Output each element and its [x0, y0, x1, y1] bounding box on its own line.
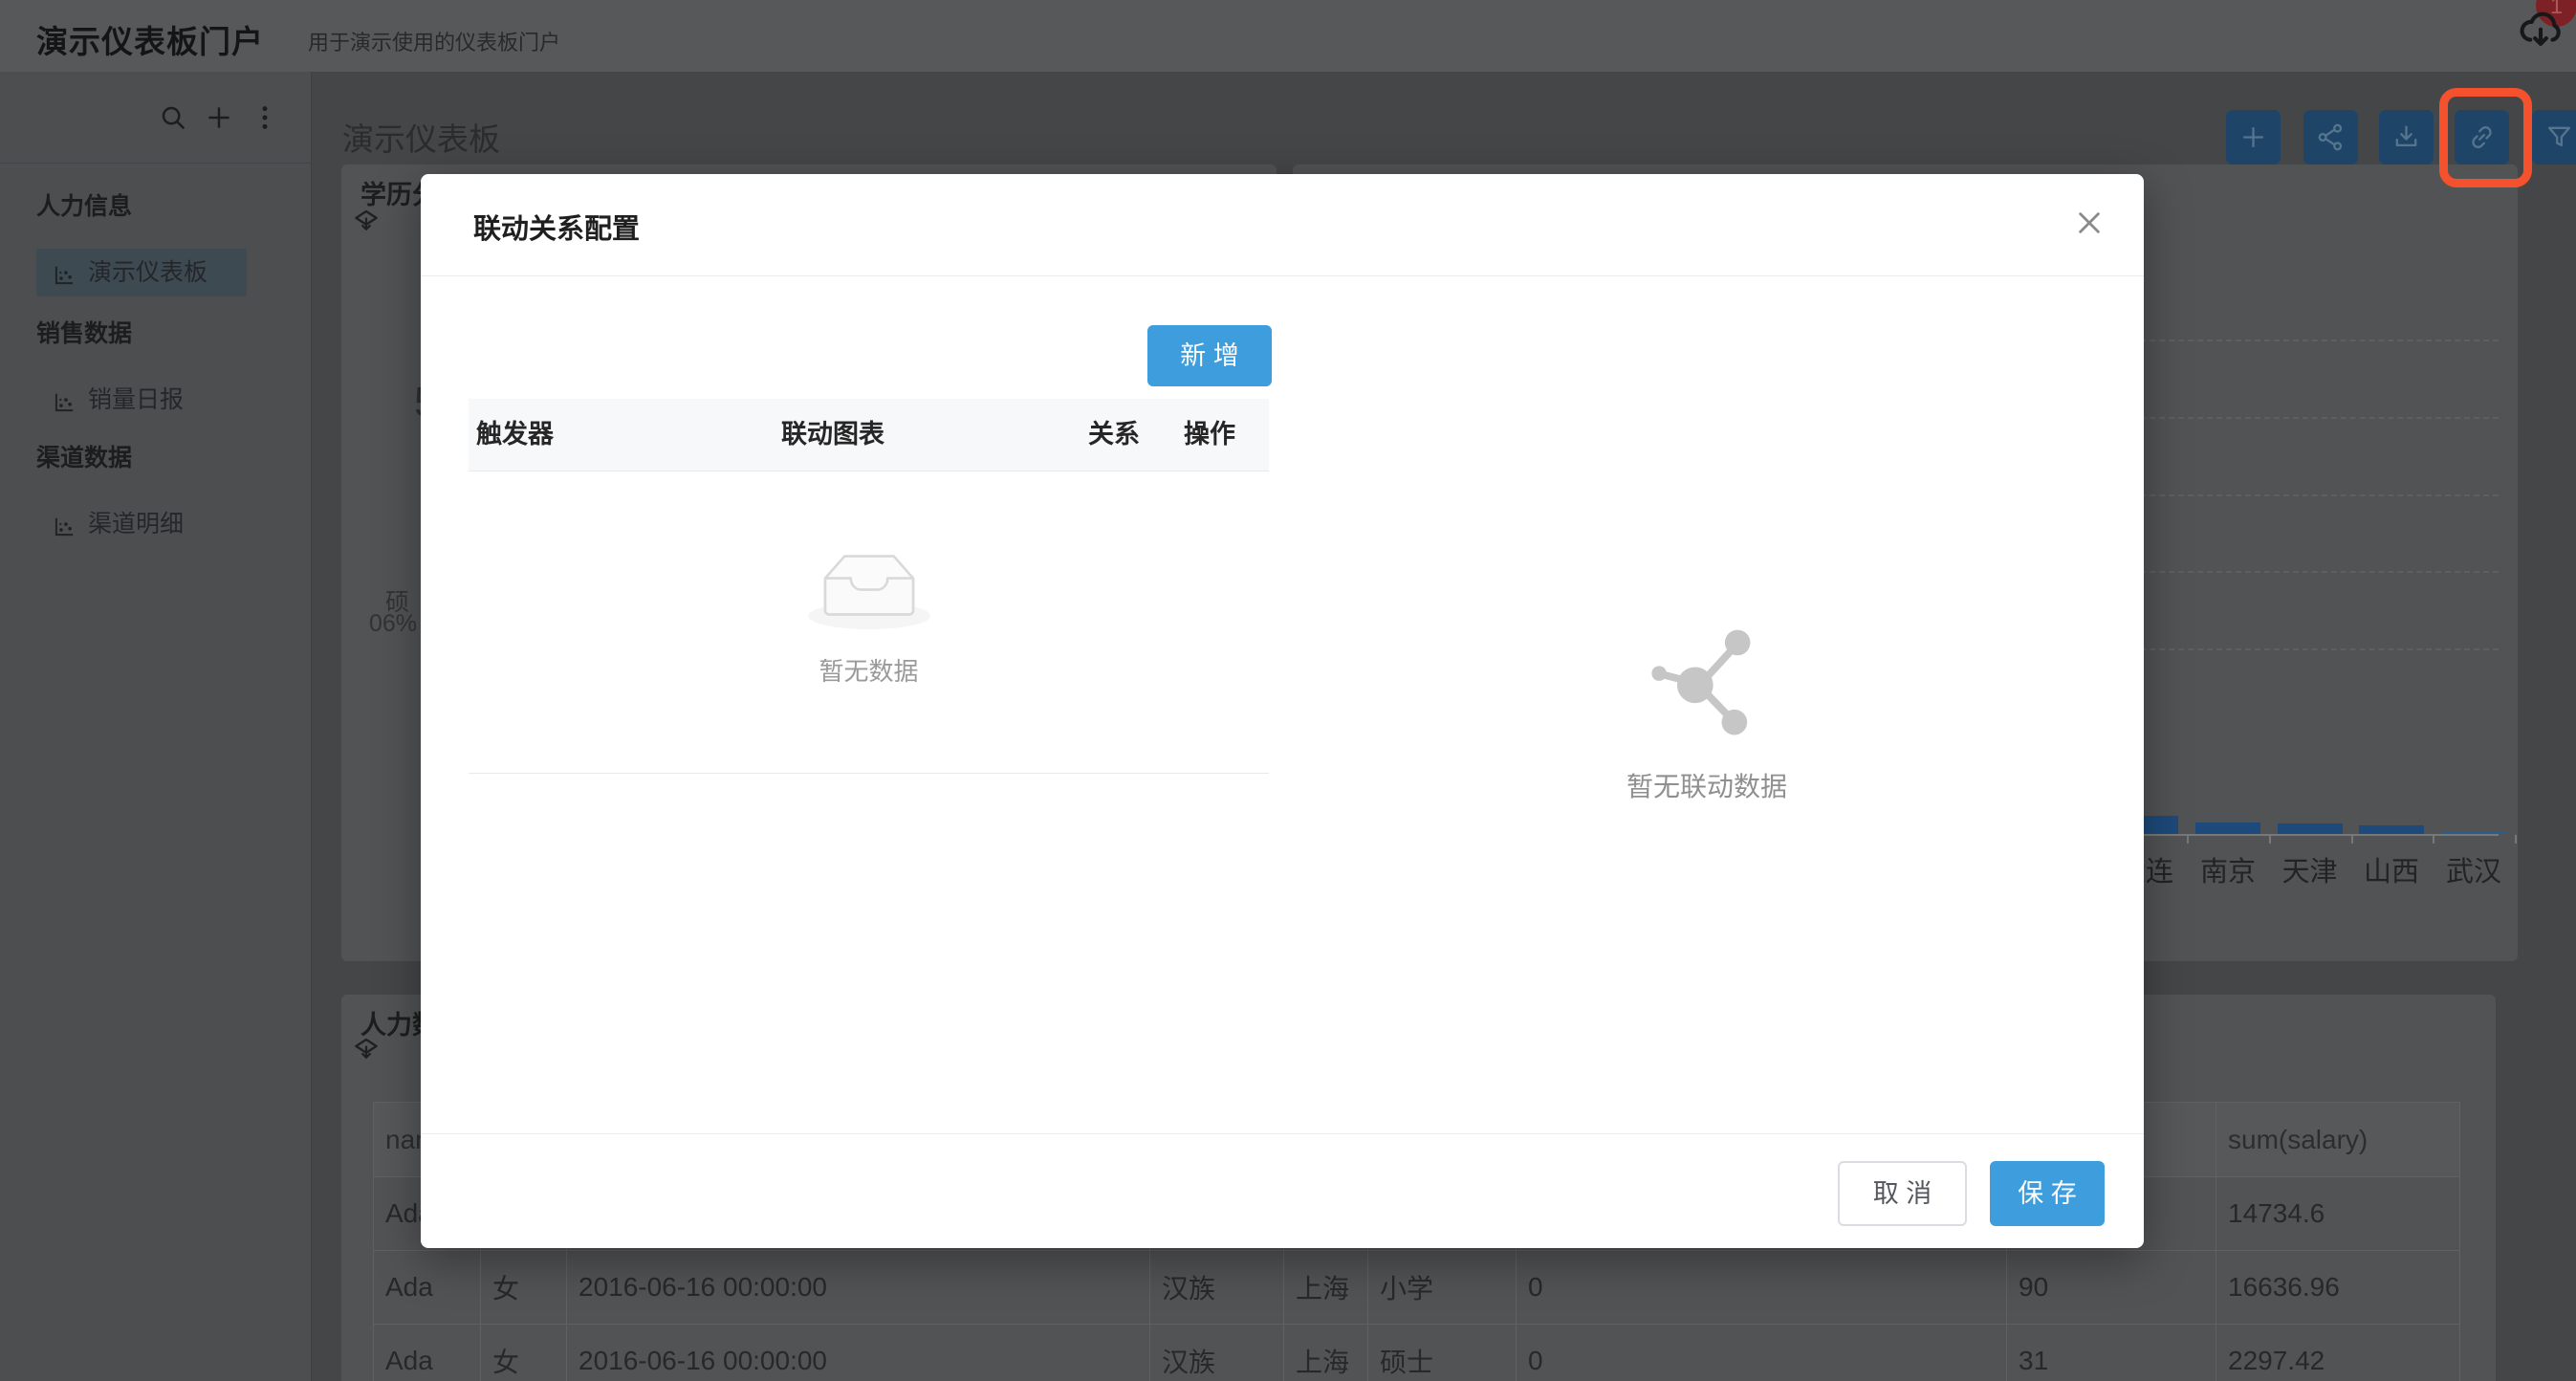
linkage-column-header: 触发器 [476, 399, 554, 471]
table-cell: 0 [1517, 1251, 2007, 1325]
axis-tick [2351, 835, 2353, 844]
chart-icon [52, 260, 76, 285]
app-root: 演示仪表板门户 用于演示使用的仪表板门户 1 人力信息演示仪表板销售数据销量日报… [0, 0, 2576, 1381]
linkage-table-empty: 暂无数据 [469, 471, 1269, 757]
linkage-column-header: 操作 [1184, 399, 1235, 471]
sidebar-toolbar [0, 72, 311, 164]
toolbar-share-button[interactable] [2303, 110, 2358, 164]
bar-山西 [2359, 825, 2424, 834]
modal-footer: 取 消 保 存 [421, 1133, 2144, 1249]
page-title: 演示仪表板 [342, 114, 500, 160]
search-icon[interactable] [159, 103, 187, 132]
table-row: Ada女2016-06-16 00:00:00汉族上海硕士0312297.42 [374, 1325, 2460, 1381]
drill-icon[interactable] [352, 1035, 381, 1063]
toolbar-export-button[interactable] [2379, 110, 2434, 164]
drill-icon[interactable] [352, 207, 381, 235]
add-linkage-button[interactable]: 新 增 [1147, 325, 1272, 386]
sidebar-group-label[interactable]: 销售数据 [36, 318, 132, 350]
click-highlight-box [2439, 88, 2532, 187]
table-cell: 90 [2007, 1251, 2216, 1325]
table-cell: 女 [481, 1251, 567, 1325]
table-cell: 2297.42 [2216, 1325, 2460, 1381]
linkage-table-bottom-divider [469, 773, 1269, 774]
linkage-column-header: 联动图表 [781, 399, 884, 471]
save-button[interactable]: 保 存 [1990, 1161, 2105, 1226]
table-cell: 2016-06-16 00:00:00 [567, 1325, 1150, 1381]
axis-tick [2433, 835, 2434, 844]
app-header: 演示仪表板门户 用于演示使用的仪表板门户 1 [0, 0, 2576, 72]
sidebar-item-label: 销量日报 [88, 376, 184, 424]
sidebar-group-label[interactable]: 人力信息 [36, 190, 132, 223]
modal-title: 联动关系配置 [473, 207, 640, 247]
table-cell: 2016-06-16 00:00:00 [567, 1251, 1150, 1325]
sidebar-item-dashboard[interactable]: 渠道明细 [36, 500, 247, 548]
axis-tick [2515, 835, 2517, 844]
empty-box-icon [808, 553, 930, 631]
chart-icon [52, 387, 76, 412]
linkage-column-header: 关系 [1088, 399, 1140, 471]
add-icon[interactable] [205, 103, 233, 132]
sidebar-item-label: 渠道明细 [88, 500, 184, 548]
bar-南京 [2195, 822, 2260, 834]
table-cell: 16636.96 [2216, 1251, 2460, 1325]
table-cell: 上海 [1284, 1251, 1368, 1325]
table-cell: 小学 [1368, 1251, 1517, 1325]
linkage-preview-empty: 暂无联动数据 [1492, 616, 1922, 804]
table-cell: 汉族 [1150, 1251, 1284, 1325]
sidebar-item-label: 演示仪表板 [88, 249, 207, 296]
sidebar-item-dashboard[interactable]: 销量日报 [36, 376, 247, 424]
linkage-table-header: 触发器 联动图表 关系操作 [469, 399, 1269, 471]
table-cell: 女 [481, 1325, 567, 1381]
modal-header-divider [421, 275, 2144, 276]
chart-icon [52, 512, 76, 537]
bar-category-label: 武汉 [2416, 849, 2531, 889]
pie-partial-label: 06% [369, 610, 417, 638]
toolbar-add-button[interactable] [2226, 110, 2281, 164]
axis-tick [2187, 835, 2189, 844]
sidebar: 人力信息演示仪表板销售数据销量日报渠道数据渠道明细 [0, 72, 312, 1381]
bar-天津 [2278, 823, 2343, 834]
table-row: Ada女2016-06-16 00:00:00汉族上海小学09016636.96 [374, 1251, 2460, 1325]
table-cell: 14734.6 [2216, 1177, 2460, 1251]
table-cell: 上海 [1284, 1325, 1368, 1381]
network-nodes-icon [1648, 624, 1765, 740]
column-header: sum(salary) [2216, 1103, 2460, 1177]
table-cell: 硕士 [1368, 1325, 1517, 1381]
sidebar-item-selected[interactable]: 演示仪表板 [36, 249, 247, 296]
close-icon[interactable] [2067, 201, 2111, 245]
toolbar-filter-button[interactable] [2532, 110, 2576, 164]
table-cell: 汉族 [1150, 1325, 1284, 1381]
linkage-empty-text: 暂无联动数据 [1492, 766, 1922, 804]
cloud-download-icon[interactable] [2513, 8, 2568, 57]
table-cell: 31 [2007, 1325, 2216, 1381]
more-vertical-icon[interactable] [251, 103, 279, 132]
axis-tick [2269, 835, 2271, 844]
table-cell: 0 [1517, 1325, 2007, 1381]
portal-subtitle: 用于演示使用的仪表板门户 [308, 26, 560, 56]
table-cell: Ada [374, 1325, 481, 1381]
cancel-button[interactable]: 取 消 [1838, 1161, 1967, 1226]
sidebar-group-label[interactable]: 渠道数据 [36, 442, 132, 474]
empty-text: 暂无数据 [819, 652, 918, 688]
linkage-config-modal: 联动关系配置 新 增 触发器 联动图表 关系操作 暂无数据 [421, 174, 2144, 1248]
table-cell: Ada [374, 1251, 481, 1325]
portal-title: 演示仪表板门户 [36, 16, 264, 62]
